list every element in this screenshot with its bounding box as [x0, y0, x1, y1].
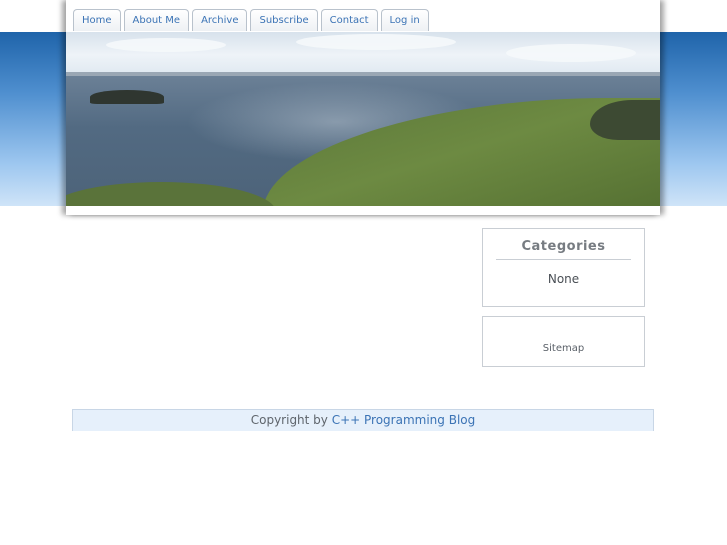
tab-home[interactable]: Home [73, 9, 121, 31]
cloud-shape [506, 44, 636, 62]
tab-archive[interactable]: Archive [192, 9, 248, 31]
sitemap-link[interactable]: Sitemap [483, 343, 644, 354]
header-image-islet [90, 90, 164, 104]
footer-bar: Copyright by C++ Programming Blog [72, 409, 654, 431]
cloud-shape [106, 38, 226, 52]
sitemap-widget: Sitemap [482, 316, 645, 367]
footer-site-link[interactable]: C++ Programming Blog [332, 413, 476, 427]
tab-contact[interactable]: Contact [320, 9, 378, 31]
categories-value: None [547, 272, 580, 286]
main-nav-tabs: Home About Me Archive Subscribe Contact … [73, 9, 429, 32]
categories-title: Categories [496, 239, 631, 260]
tab-subscribe[interactable]: Subscribe [250, 9, 318, 31]
cloud-shape [296, 34, 456, 50]
header-image [66, 32, 660, 206]
tab-about-me[interactable]: About Me [123, 9, 190, 31]
copyright-text: Copyright by [250, 413, 332, 427]
categories-widget: Categories None [482, 228, 645, 307]
tab-log-in[interactable]: Log in [380, 9, 429, 31]
